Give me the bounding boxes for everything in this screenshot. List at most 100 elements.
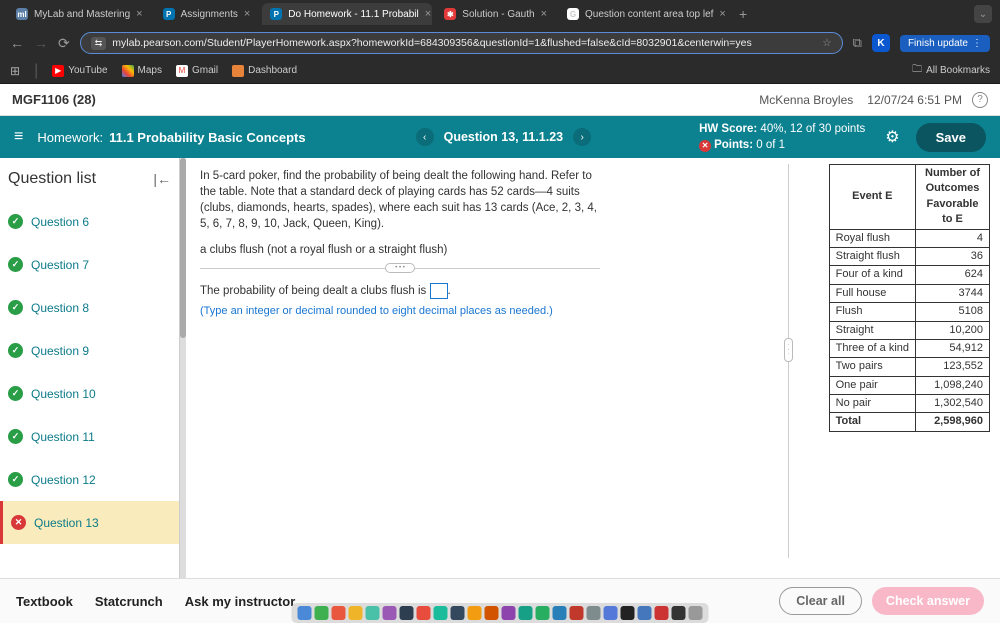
tab-mylab[interactable]: mlMyLab and Mastering× (8, 3, 151, 25)
question-list: ✓Question 6✓Question 7✓Question 8✓Questi… (0, 200, 179, 578)
close-icon[interactable]: × (541, 8, 547, 20)
dock-app-icon[interactable] (672, 606, 686, 620)
textbook-link[interactable]: Textbook (16, 594, 73, 609)
reload-button[interactable]: ⟳ (58, 35, 70, 52)
macos-dock[interactable] (292, 603, 709, 623)
extensions-icon[interactable]: ⧉ (853, 35, 862, 51)
dock-app-icon[interactable] (553, 606, 567, 620)
browser-tab-strip: mlMyLab and Mastering× PAssignments× PDo… (0, 0, 1000, 28)
tab-question-content[interactable]: GQuestion content area top lef× (559, 3, 729, 25)
question-item[interactable]: ✓Question 8 (0, 286, 179, 329)
question-item[interactable]: ✓Question 12 (0, 458, 179, 501)
homework-header: ≡ Homework: 11.1 Probability Basic Conce… (0, 116, 1000, 158)
question-item-label: Question 8 (31, 301, 89, 315)
finish-update-button[interactable]: Finish update⋮ (900, 35, 990, 52)
close-icon[interactable]: × (244, 8, 250, 20)
dock-app-icon[interactable] (468, 606, 482, 620)
collapse-sidebar-icon[interactable]: |← (153, 171, 171, 187)
vertical-divider-handle-icon[interactable]: ··· (784, 338, 793, 362)
new-tab-button[interactable]: + (733, 6, 753, 22)
dock-app-icon[interactable] (366, 606, 380, 620)
next-question-button[interactable]: › (573, 128, 591, 146)
question-item-label: Question 6 (31, 215, 89, 229)
table-row: One pair1,098,240 (829, 376, 989, 394)
x-icon: ✕ (11, 515, 26, 530)
settings-icon[interactable]: ⚙ (885, 127, 899, 147)
table-row: Straight flush36 (829, 247, 989, 265)
check-answer-button[interactable]: Check answer (872, 587, 984, 615)
dock-app-icon[interactable] (400, 606, 414, 620)
tab-assignments[interactable]: PAssignments× (155, 3, 259, 25)
dock-app-icon[interactable] (621, 606, 635, 620)
dock-app-icon[interactable] (332, 606, 346, 620)
table-row: Full house3744 (829, 284, 989, 302)
bookmark-gmail[interactable]: MGmail (176, 65, 218, 77)
bookmark-youtube[interactable]: ▶YouTube (52, 65, 107, 77)
menu-icon[interactable]: ≡ (14, 128, 23, 146)
table-row: No pair1,302,540 (829, 395, 989, 413)
check-icon: ✓ (8, 214, 23, 229)
dock-app-icon[interactable] (383, 606, 397, 620)
save-button[interactable]: Save (916, 123, 986, 152)
user-name: McKenna Broyles (759, 93, 853, 107)
table-row: Three of a kind54,912 (829, 339, 989, 357)
question-content: In 5-card poker, find the probability of… (186, 158, 1000, 578)
dock-app-icon[interactable] (349, 606, 363, 620)
course-title: MGF1106 (28) (12, 92, 96, 107)
tab-gauth[interactable]: ✱Solution - Gauth× (436, 3, 555, 25)
question-item[interactable]: ✓Question 10 (0, 372, 179, 415)
apps-icon[interactable]: ⊞ (10, 64, 20, 78)
close-icon[interactable]: × (136, 8, 142, 20)
all-bookmarks-button[interactable]: 🗀All Bookmarks (912, 62, 990, 79)
dock-app-icon[interactable] (638, 606, 652, 620)
dock-app-icon[interactable] (485, 606, 499, 620)
site-info-icon[interactable]: ⇆ (91, 37, 107, 50)
close-icon[interactable]: × (719, 8, 725, 20)
dock-app-icon[interactable] (587, 606, 601, 620)
table-total-row: Total2,598,960 (829, 413, 989, 431)
divider-handle-icon[interactable]: • • • (385, 263, 415, 273)
folder-icon: 🗀 (912, 62, 922, 79)
dock-app-icon[interactable] (502, 606, 516, 620)
back-button[interactable]: ← (10, 35, 24, 51)
dock-app-icon[interactable] (570, 606, 584, 620)
dock-app-icon[interactable] (519, 606, 533, 620)
question-item[interactable]: ✓ Question 6 (0, 200, 179, 243)
help-icon[interactable]: ? (972, 92, 988, 108)
statcrunch-link[interactable]: Statcrunch (95, 594, 163, 609)
dock-app-icon[interactable] (689, 606, 703, 620)
dock-app-icon[interactable] (604, 606, 618, 620)
question-item[interactable]: ✓Question 9 (0, 329, 179, 372)
dock-app-icon[interactable] (451, 606, 465, 620)
tab-do-homework[interactable]: PDo Homework - 11.1 Probabil× (262, 3, 432, 25)
dock-app-icon[interactable] (655, 606, 669, 620)
check-icon: ✓ (8, 472, 23, 487)
url-input[interactable]: ⇆mylab.pearson.com/Student/PlayerHomewor… (80, 32, 843, 54)
answer-input[interactable] (430, 283, 448, 299)
profile-button[interactable]: K (872, 34, 890, 52)
close-icon[interactable]: × (425, 8, 431, 20)
question-item[interactable]: ✓Question 11 (0, 415, 179, 458)
question-item[interactable]: ✓Question 7 (0, 243, 179, 286)
dock-app-icon[interactable] (434, 606, 448, 620)
table-row: Two pairs123,552 (829, 358, 989, 376)
bookmark-maps[interactable]: Maps (122, 65, 162, 77)
dock-app-icon[interactable] (536, 606, 550, 620)
tab-overflow-icon[interactable]: ⌄ (974, 5, 992, 23)
main-area: Question list |← ✓Question 6✓Question 7✓… (0, 158, 1000, 578)
ask-instructor-link[interactable]: Ask my instructor (185, 594, 296, 609)
bookmark-dashboard[interactable]: Dashboard (232, 65, 297, 77)
bookmark-star-icon[interactable]: ☆ (822, 37, 831, 49)
forward-button[interactable]: → (34, 35, 48, 51)
clear-all-button[interactable]: Clear all (779, 587, 862, 615)
table-row: Royal flush4 (829, 229, 989, 247)
x-icon: ✕ (699, 140, 711, 152)
dock-app-icon[interactable] (417, 606, 431, 620)
horizontal-divider: • • • (200, 268, 600, 269)
question-sidebar: Question list |← ✓Question 6✓Question 7✓… (0, 158, 180, 578)
prev-question-button[interactable]: ‹ (416, 128, 434, 146)
dock-app-icon[interactable] (315, 606, 329, 620)
check-icon: ✓ (8, 257, 23, 272)
question-item[interactable]: ✕Question 13 (0, 501, 179, 544)
dock-app-icon[interactable] (298, 606, 312, 620)
